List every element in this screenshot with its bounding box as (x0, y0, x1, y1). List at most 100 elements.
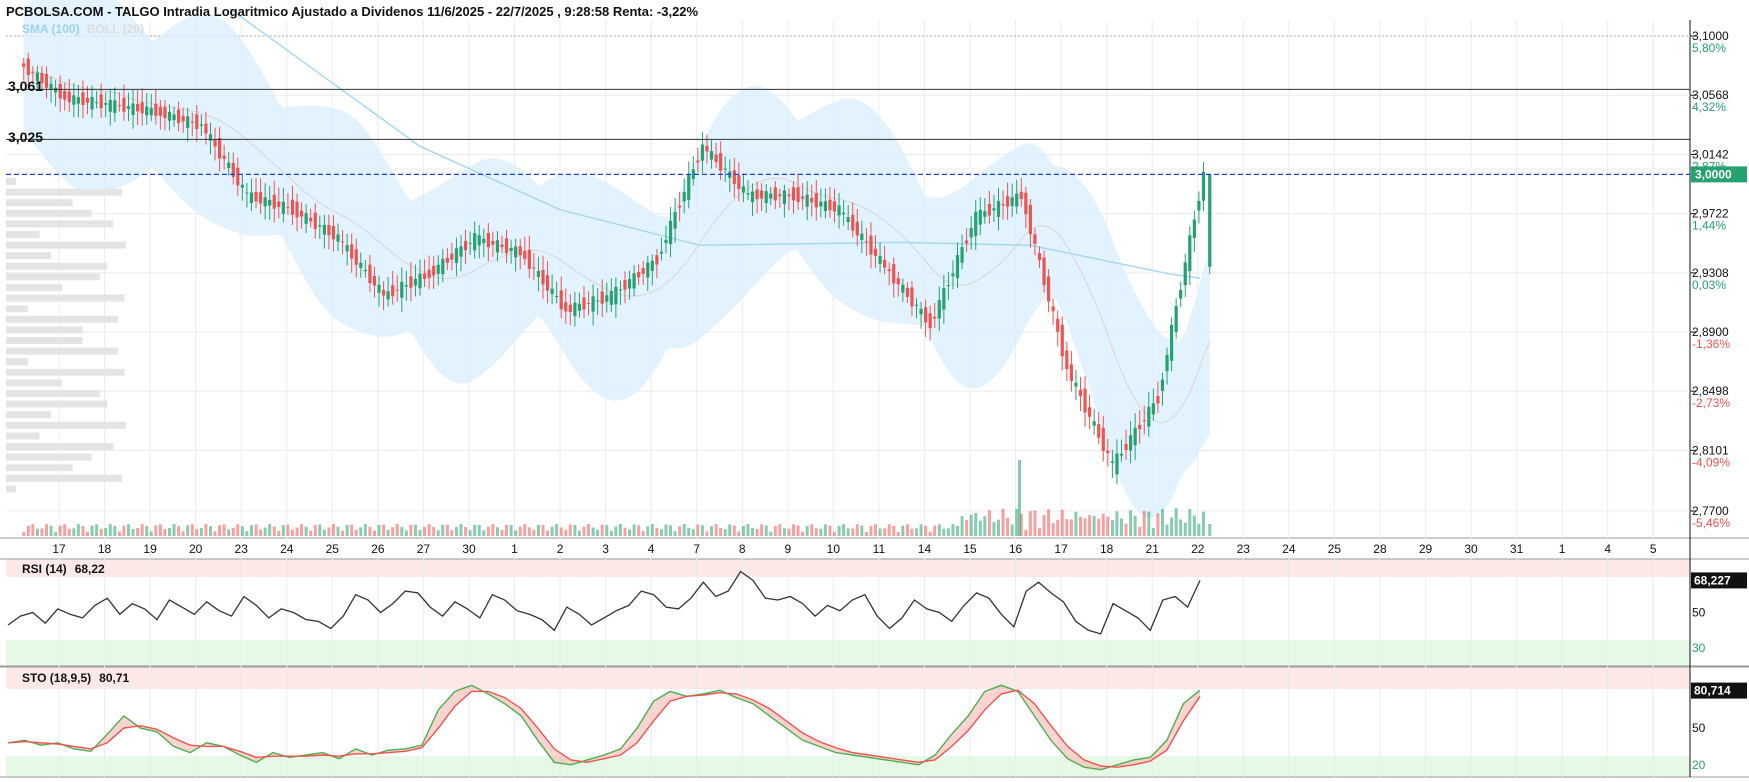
candle-body (363, 269, 367, 272)
candle-body (167, 111, 172, 121)
volume-bar (413, 524, 417, 536)
volume-bar (195, 529, 199, 536)
candle-body (901, 284, 905, 293)
volume-bar (860, 525, 864, 536)
volume-bar (983, 516, 987, 536)
volume-bar (1028, 511, 1032, 536)
volume-bar (896, 531, 900, 536)
boll-legend: BOLL (20) (86, 22, 145, 36)
volume-bar (755, 528, 759, 536)
candle-body (1101, 427, 1105, 451)
candle-body (1092, 421, 1096, 426)
volume-bar (883, 528, 887, 536)
volume-bar (1037, 528, 1041, 536)
candle-body (1010, 197, 1014, 207)
rsi-tick-label: 30 (1692, 641, 1706, 655)
candle-body (960, 247, 964, 263)
volume-bar (1147, 511, 1151, 536)
candle-body (281, 201, 285, 214)
volume-bar (814, 528, 818, 536)
candle-body (837, 205, 841, 216)
volume-profile-bar (6, 411, 52, 419)
candle-body (719, 153, 723, 171)
volume-bar (400, 526, 404, 536)
candle-body (1042, 257, 1046, 286)
volume-bar (659, 529, 663, 536)
candle-body (1119, 453, 1124, 456)
candle-body (454, 248, 459, 263)
candle-body (1115, 453, 1119, 475)
volume-bar (1015, 509, 1019, 536)
candle-body (404, 285, 408, 287)
volume-bar (810, 524, 814, 536)
candle-body (805, 194, 809, 207)
volume-bar (1192, 515, 1196, 536)
volume-bar (263, 527, 267, 536)
volume-bar (404, 530, 408, 536)
candle-body (263, 197, 267, 207)
candle-body (345, 245, 349, 252)
volume-profile-bar (6, 464, 73, 472)
volume-bar (395, 524, 399, 536)
volume-bar (892, 525, 896, 536)
volume-bar (714, 524, 718, 536)
volume-bar (1097, 518, 1101, 536)
volume-profile-bar (6, 273, 100, 281)
candle-body (828, 199, 832, 211)
candle-body (1142, 420, 1146, 422)
candle-body (1156, 396, 1160, 404)
candle-body (286, 207, 290, 209)
candle-body (95, 102, 99, 104)
candle-body (714, 154, 718, 163)
x-tick-label: 18 (1100, 542, 1114, 556)
candle-body (304, 213, 308, 224)
candle-body (76, 97, 80, 104)
volume-bar (741, 526, 745, 536)
volume-bar (751, 528, 755, 536)
candle-body (810, 197, 814, 203)
volume-bar (104, 528, 108, 536)
x-tick-label: 8 (739, 542, 746, 556)
volume-profile-bar (6, 231, 40, 238)
volume-bar (910, 528, 914, 536)
candle-body (290, 199, 295, 215)
volume-bar (1060, 509, 1064, 536)
rsi-tick-label: 50 (1692, 606, 1706, 620)
candle-body (1147, 406, 1151, 427)
candle-body (1083, 388, 1087, 413)
y-tick-pct: 0,03% (1692, 278, 1726, 292)
volume-bar (1065, 519, 1069, 536)
rsi-line (7, 570, 1201, 635)
candle-body (924, 307, 928, 323)
candle-body (495, 240, 500, 253)
volume-bar (905, 524, 909, 536)
candle-body (605, 295, 609, 302)
candle-body (696, 160, 700, 163)
volume-profile-bar (6, 294, 125, 302)
volume-bar (609, 530, 613, 536)
sto-pane-label: STO (18,9,5) 80,71 (22, 671, 129, 685)
candle-body (22, 63, 26, 67)
candle-body (819, 201, 823, 207)
sto-value: 80,71 (99, 671, 130, 685)
candle-body (559, 290, 563, 310)
candle-body (418, 273, 422, 289)
volume-profile-bar (6, 199, 73, 207)
y-tick-pct: 4,32% (1692, 100, 1726, 114)
volume-bar (1101, 513, 1105, 536)
candle-body (1169, 324, 1174, 361)
candle-body (504, 238, 509, 254)
candle-body (996, 201, 1001, 217)
volume-bar (372, 530, 376, 536)
volume-bar (773, 526, 777, 536)
candle-body (700, 144, 705, 161)
candle-body (377, 284, 381, 293)
candle-body (1110, 461, 1114, 463)
volume-bar (190, 524, 194, 536)
volume-bar (136, 528, 140, 536)
candle-body (1201, 171, 1206, 201)
candle-body (650, 260, 654, 271)
candle-body (659, 251, 664, 254)
volume-profile-bar (6, 400, 108, 408)
volume-bar (855, 524, 859, 536)
